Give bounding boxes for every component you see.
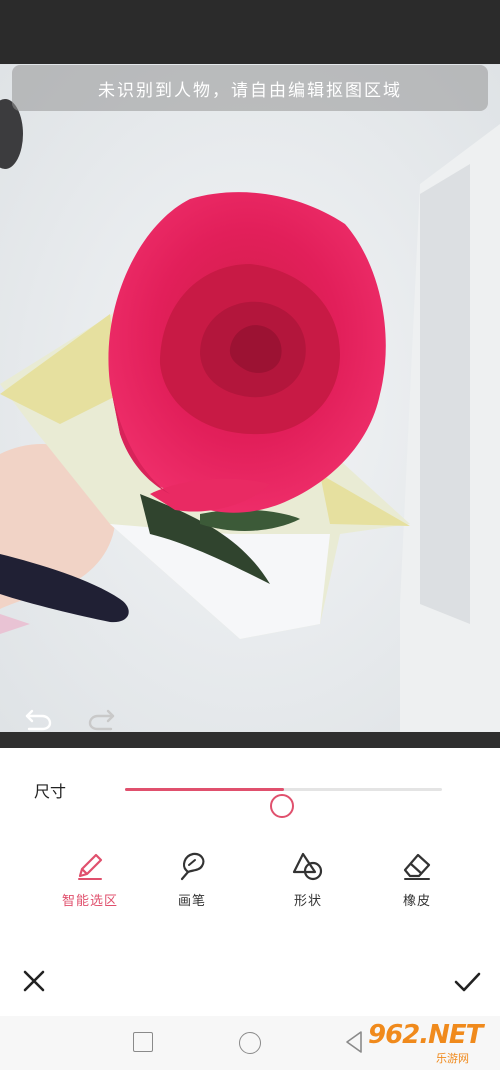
tool-label: 橡皮	[402, 894, 431, 909]
shapes-icon	[292, 852, 323, 881]
size-control: 尺寸	[0, 770, 500, 818]
tool-label: 智能选区	[61, 894, 118, 909]
size-label: 尺寸	[34, 782, 67, 801]
check-icon	[454, 972, 481, 992]
brush-icon	[180, 852, 205, 881]
tool-label: 画笔	[177, 894, 206, 909]
tool-shape[interactable]: 形状	[268, 850, 348, 920]
watermark-brand: 962.NET	[368, 1020, 483, 1050]
undo-button[interactable]	[24, 705, 54, 733]
close-icon	[23, 970, 45, 992]
toast-message: 未识别到人物，请自由编辑抠图区域	[98, 80, 402, 101]
size-slider-fill	[125, 788, 284, 791]
rose-photo	[0, 64, 500, 732]
redo-icon	[88, 709, 115, 731]
canvas-bottom-bar	[0, 732, 500, 748]
status-bar	[0, 0, 500, 64]
size-slider-thumb[interactable]	[269, 794, 294, 818]
recent-apps-icon[interactable]	[133, 1032, 153, 1052]
tool-smart-select[interactable]: 智能选区	[50, 850, 130, 920]
watermark-sub: 乐游网	[436, 1052, 469, 1065]
tool-eraser[interactable]: 橡皮	[377, 850, 457, 920]
pen-icon	[78, 853, 103, 880]
size-slider[interactable]	[125, 788, 442, 818]
back-icon[interactable]	[344, 1030, 364, 1054]
detection-toast: 未识别到人物，请自由编辑抠图区域	[12, 65, 488, 111]
confirm-button[interactable]	[452, 968, 482, 996]
eraser-icon	[403, 853, 431, 880]
watermark-logo: 962.NET 乐游网	[362, 1020, 494, 1066]
redo-button[interactable]	[86, 705, 116, 733]
tool-label: 形状	[293, 894, 322, 909]
tool-brush[interactable]: 画笔	[152, 850, 232, 920]
undo-icon	[25, 709, 52, 731]
cancel-button[interactable]	[20, 967, 48, 995]
photo-canvas[interactable]	[0, 64, 500, 732]
home-icon[interactable]	[239, 1032, 261, 1054]
